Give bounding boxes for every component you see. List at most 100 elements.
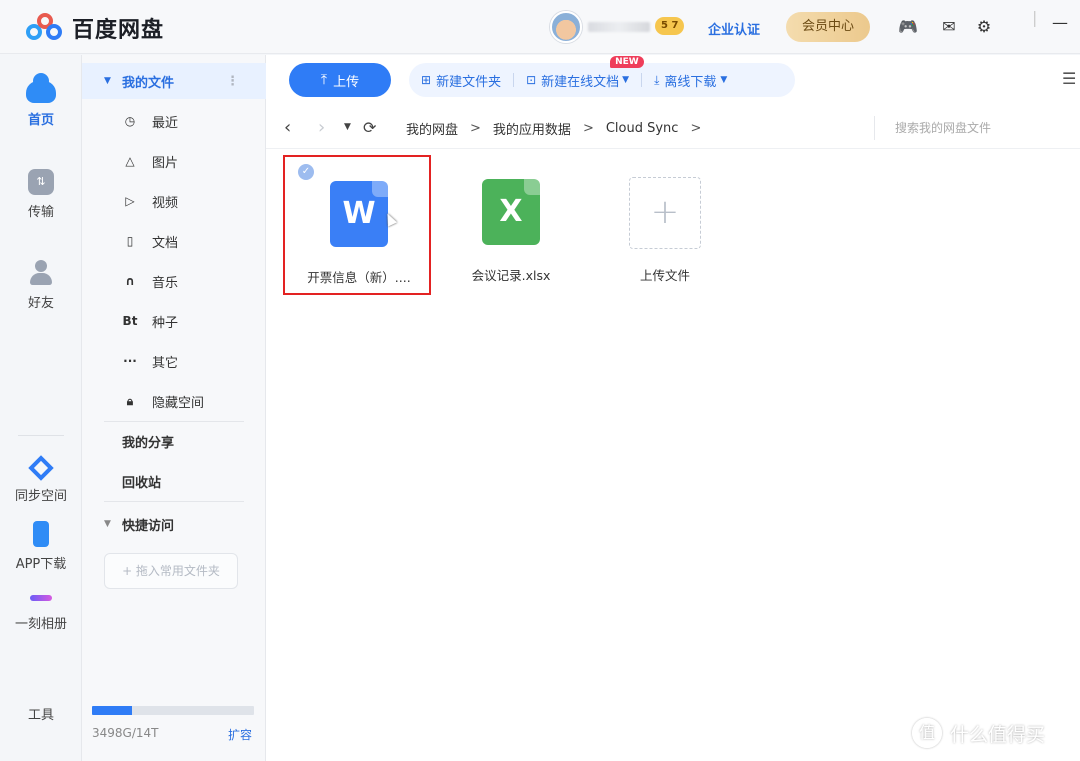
back-icon[interactable]: ‹ (284, 117, 291, 138)
caret-down-icon[interactable]: ▼ (104, 76, 111, 86)
rail-item-app-download[interactable]: APP下载 (0, 521, 82, 572)
rail-item-tools[interactable]: 工具 (0, 672, 82, 723)
rail-label: 工具 (27, 708, 54, 723)
rail-item-friends[interactable]: 好友 (0, 260, 82, 311)
upload-button[interactable]: ⤒ 上传 (289, 63, 391, 97)
vip-center-button[interactable]: 会员中心 (786, 12, 870, 42)
rail-label: 传输 (27, 205, 54, 220)
breadcrumb-item[interactable]: Cloud Sync (606, 121, 679, 136)
settings-icon[interactable]: ⚙ (973, 15, 995, 37)
main-panel: ⤒ 上传 ⊞ 新建文件夹 ⊡ 新建在线文档 ▼ NEW ⤓ 离线下载 ▼ ☰ ‹… (266, 55, 1080, 761)
file-tile-excel[interactable]: X 会议记录.xlsx (437, 155, 585, 295)
more-vertical-icon[interactable]: ⋮ (226, 74, 239, 89)
new-online-doc-label: 新建在线文档 (541, 74, 620, 90)
sidebar-item-videos[interactable]: ▷ 视频 (82, 183, 266, 219)
rail-item-transfer[interactable]: ⇅ 传输 (0, 169, 82, 220)
sidebar-item-label: 我的文件 (122, 75, 175, 91)
enterprise-verify-link[interactable]: 企业认证 (708, 19, 760, 38)
excel-file-icon: X (482, 179, 540, 245)
search-input[interactable]: 搜索我的网盘文件 (874, 116, 1080, 140)
sync-icon (28, 455, 54, 481)
sidebar-item-others[interactable]: ··· 其它 (82, 343, 266, 379)
app-title: 百度网盘 (72, 18, 165, 43)
sidebar-item-hidden-space[interactable]: 🔒︎ 隐藏空间 (82, 383, 266, 419)
title-bar: 百度网盘 5 7 企业认证 会员中心 🎮 ✉ ⚙ | — (0, 0, 1080, 54)
sidebar-divider (104, 421, 244, 422)
sidebar-item-label: 快捷访问 (122, 518, 175, 534)
upload-label: 上传 (333, 74, 360, 90)
user-name-blurred[interactable] (588, 22, 650, 32)
sidebar-item-label: 音乐 (152, 275, 179, 291)
headphones-icon: ∩ (125, 274, 135, 288)
view-menu-icon[interactable]: ☰ (1062, 69, 1076, 88)
smzdm-logo-icon: 值 (912, 718, 942, 748)
sidebar-item-label: 视频 (152, 195, 179, 211)
upload-file-tile[interactable]: + 上传文件 (591, 155, 739, 295)
breadcrumb-separator-icon: > (470, 121, 481, 136)
sidebar: ▼ 我的文件 ⋮ ◷ 最近 △ 图片 ▷ 视频 ▯ 文档 ∩ 音乐 Bt 种子 … (82, 55, 266, 761)
image-icon: △ (125, 154, 135, 168)
new-online-doc-button[interactable]: ⊡ 新建在线文档 ▼ NEW (514, 56, 644, 97)
album-icon (30, 595, 52, 601)
rail-item-sync-space[interactable]: 同步空间 (0, 455, 82, 504)
dropdown-arrow-icon: ▼ (622, 75, 630, 85)
cloud-icon (26, 73, 56, 103)
sidebar-item-my-share[interactable]: 我的分享 (82, 423, 266, 459)
toolbar: ⤒ 上传 ⊞ 新建文件夹 ⊡ 新建在线文档 ▼ NEW ⤓ 离线下载 ▼ ☰ (266, 55, 1080, 107)
refresh-icon[interactable]: ⟳ (363, 118, 376, 137)
rail-item-album[interactable]: 一刻相册 (0, 585, 82, 632)
minimize-icon[interactable]: — (1052, 13, 1068, 32)
upload-file-label: 上传文件 (639, 268, 690, 283)
sidebar-item-recent[interactable]: ◷ 最近 (82, 103, 266, 139)
download-icon: ⤓ (654, 72, 660, 87)
caret-down-icon[interactable]: ▼ (104, 519, 111, 529)
bt-icon: Bt (122, 314, 138, 328)
file-tile-word[interactable]: ✓ W 开票信息（新）.... (283, 155, 431, 295)
sidebar-item-recycle-bin[interactable]: 回收站 (82, 463, 266, 499)
breadcrumb-item[interactable]: 我的网盘 (406, 119, 458, 138)
lock-icon: 🔒︎ (126, 393, 134, 408)
sidebar-item-images[interactable]: △ 图片 (82, 143, 266, 179)
history-dropdown-icon[interactable]: ▼ (344, 122, 351, 132)
sidebar-item-music[interactable]: ∩ 音乐 (82, 263, 266, 299)
sidebar-divider (104, 501, 244, 502)
breadcrumb: 我的网盘 > 我的应用数据 > Cloud Sync > (406, 119, 713, 138)
user-avatar[interactable] (550, 11, 582, 43)
check-circle-icon[interactable]: ✓ (298, 164, 314, 180)
toolbar-actions: ⊞ 新建文件夹 ⊡ 新建在线文档 ▼ NEW ⤓ 离线下载 ▼ (409, 56, 795, 97)
path-bar: ‹ › ▼ ⟳ 我的网盘 > 我的应用数据 > Cloud Sync > 搜索我… (266, 107, 1080, 149)
phone-icon (33, 521, 49, 547)
offline-download-label: 离线下载 (664, 74, 717, 90)
sidebar-item-label: 回收站 (122, 475, 162, 491)
mail-icon[interactable]: ✉ (938, 15, 960, 37)
sidebar-item-my-files[interactable]: ▼ 我的文件 ⋮ (82, 63, 266, 99)
file-name: 开票信息（新）.... (307, 270, 411, 285)
breadcrumb-item[interactable]: 我的应用数据 (493, 119, 571, 138)
forward-icon[interactable]: › (318, 117, 325, 138)
sidebar-item-label: 其它 (152, 355, 179, 371)
rail-label: 同步空间 (14, 489, 67, 504)
sidebar-item-label: 图片 (152, 155, 179, 171)
more-icon: ··· (123, 354, 137, 368)
sidebar-item-documents[interactable]: ▯ 文档 (82, 223, 266, 259)
divider-bar: | (1032, 8, 1038, 27)
plus-icon: + (629, 177, 701, 249)
gamepad-icon[interactable]: 🎮 (897, 15, 919, 37)
level-badge[interactable]: 5 7 (655, 17, 685, 35)
breadcrumb-separator-icon: > (582, 121, 594, 136)
word-file-icon: W (330, 181, 388, 247)
sidebar-item-torrents[interactable]: Bt 种子 (82, 303, 266, 339)
offline-download-button[interactable]: ⤓ 离线下载 ▼ (642, 63, 739, 97)
storage-usage-text: 3498G/14T (92, 726, 159, 740)
nav-rail: 首页 ⇅ 传输 好友 同步空间 APP下载 一刻相册 工具 (0, 55, 82, 761)
rail-item-home[interactable]: 首页 (0, 73, 82, 128)
friends-icon (27, 260, 55, 286)
sidebar-item-label: 我的分享 (122, 435, 175, 451)
storage-usage-bar (92, 706, 254, 715)
quick-access-drop-zone[interactable]: + 拖入常用文件夹 (104, 553, 238, 589)
breadcrumb-separator-icon: > (690, 121, 702, 136)
storage-usage-fill (92, 706, 132, 715)
new-folder-button[interactable]: ⊞ 新建文件夹 (409, 63, 513, 97)
sidebar-item-quick-access[interactable]: ▼ 快捷访问 (82, 506, 266, 542)
expand-storage-link[interactable]: 扩容 (228, 726, 252, 743)
